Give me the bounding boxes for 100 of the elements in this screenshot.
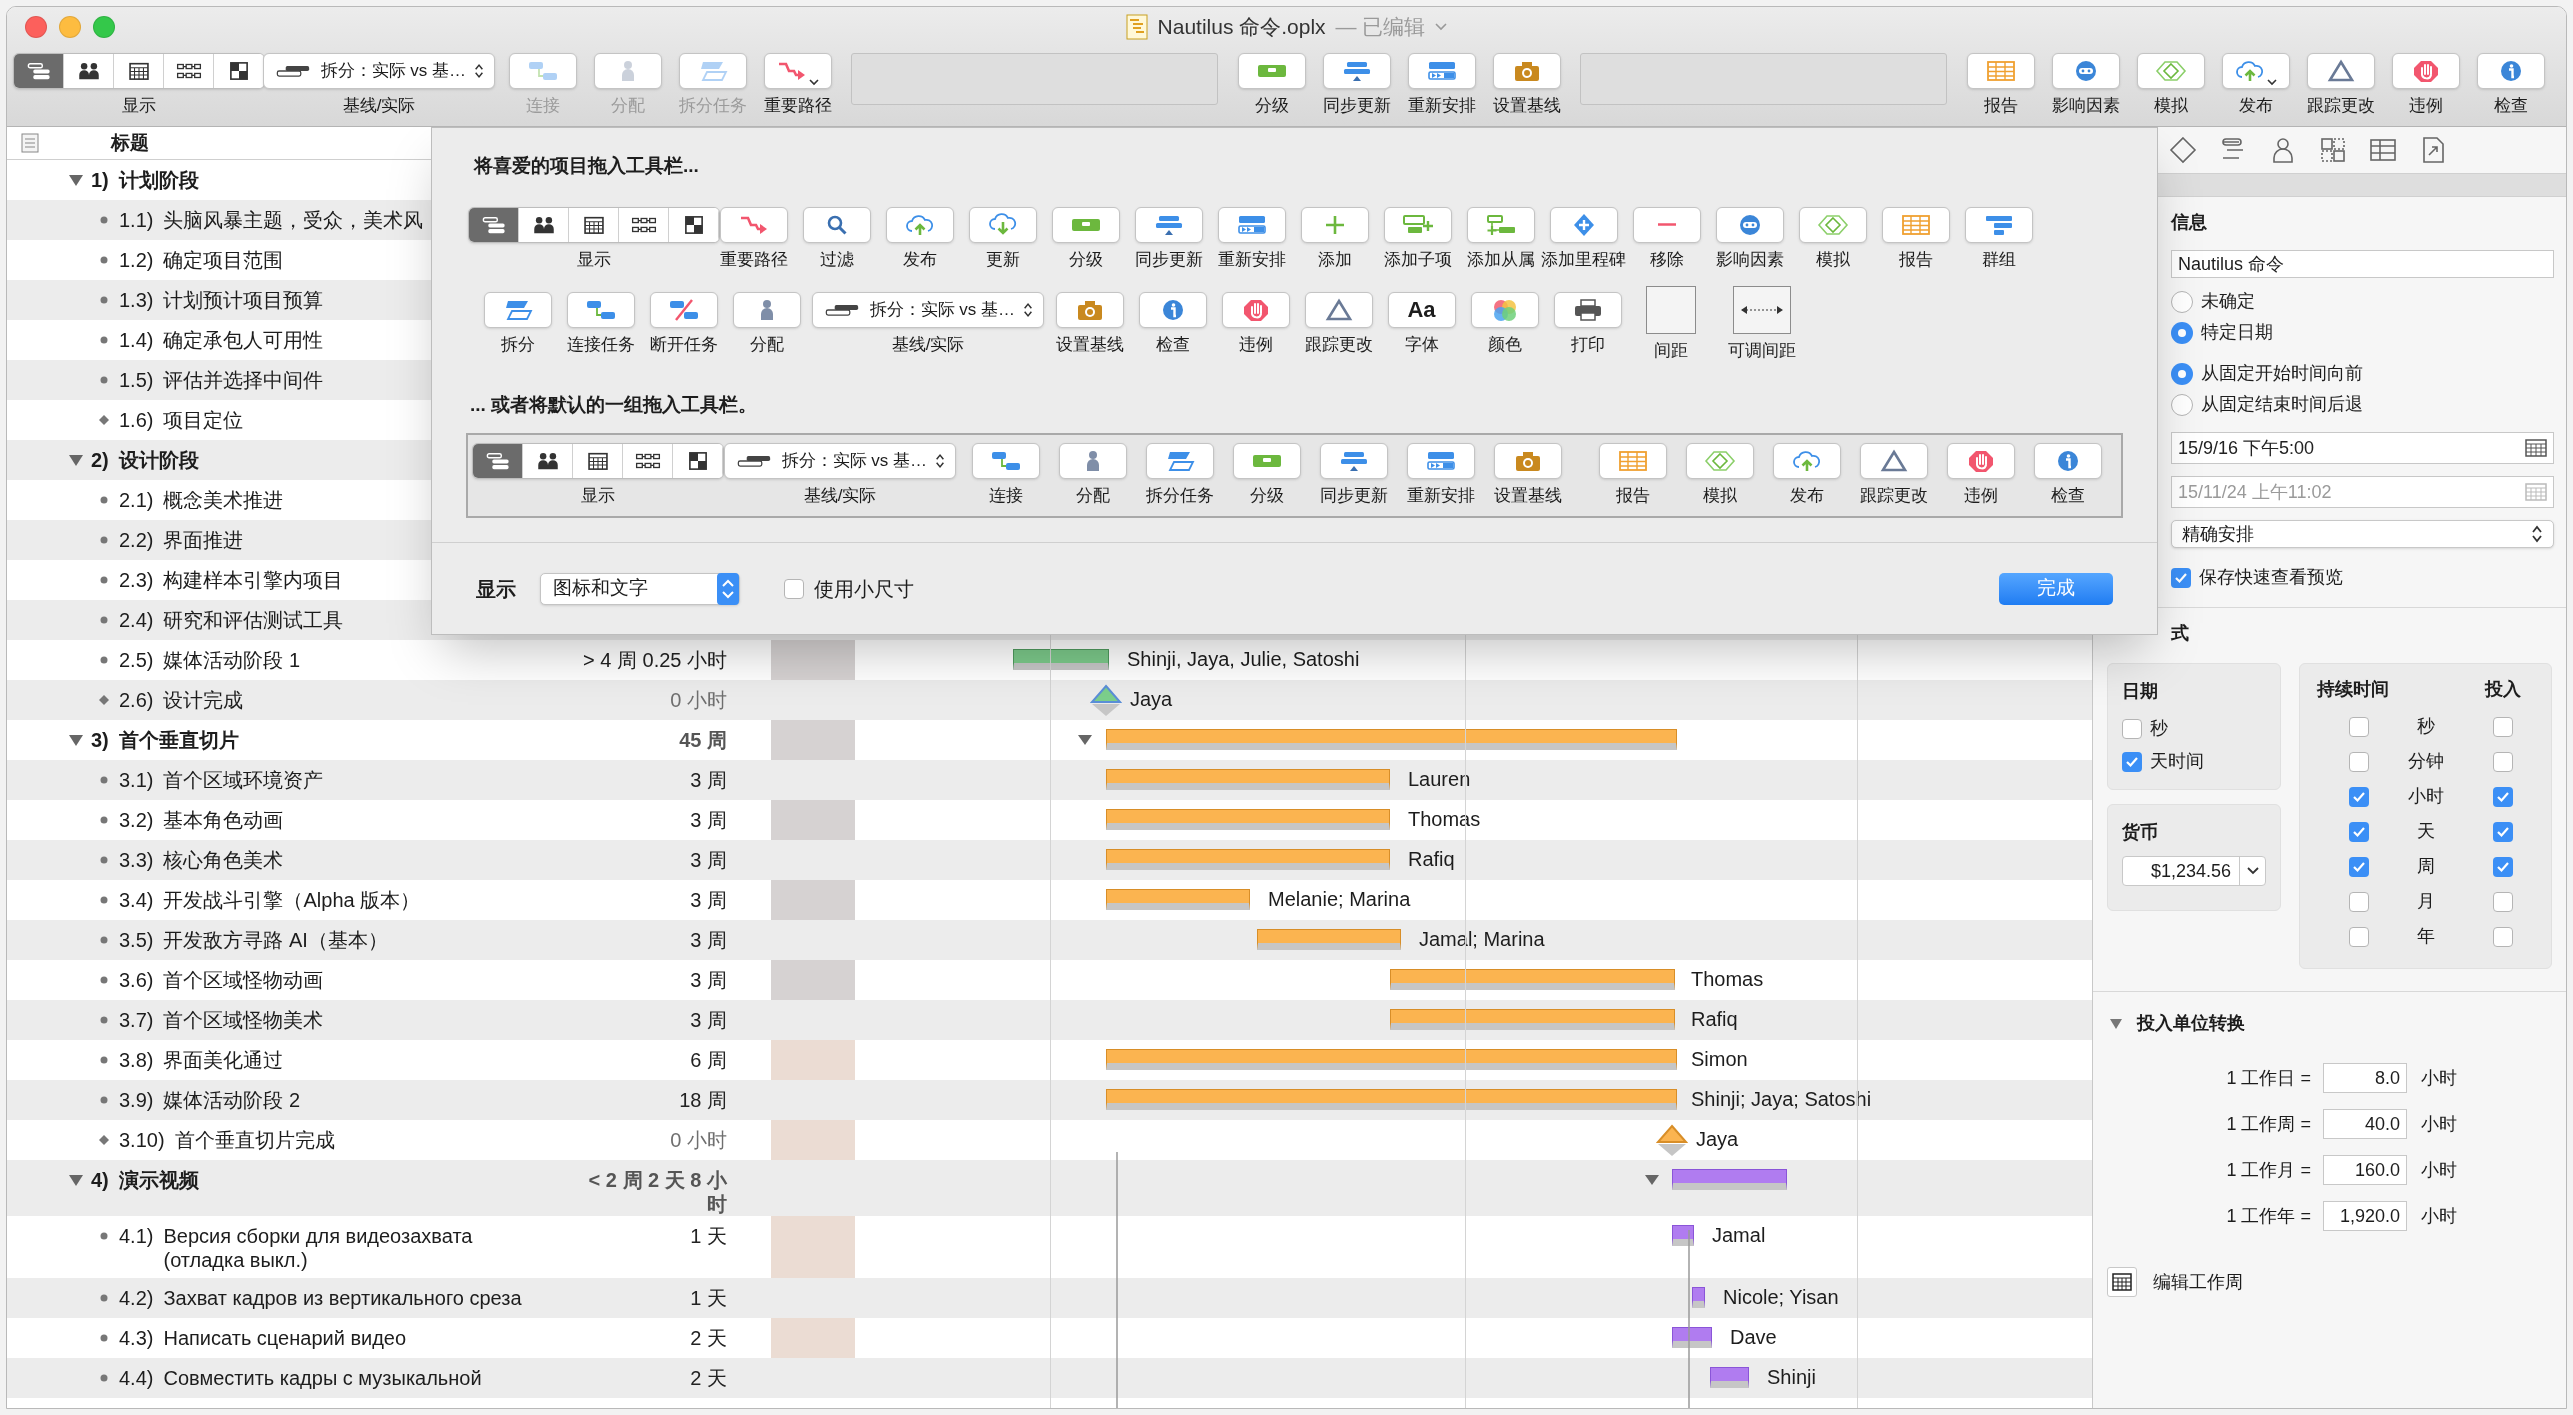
toolbar-button[interactable] bbox=[1553, 291, 1622, 328]
view-segment[interactable] bbox=[64, 54, 114, 88]
disclosure-triangle-icon[interactable] bbox=[68, 453, 84, 467]
toolbar-button[interactable] bbox=[763, 53, 832, 89]
toolbar-button[interactable] bbox=[1406, 443, 1475, 479]
toolbar-button[interactable] bbox=[2051, 53, 2120, 89]
minimize-button[interactable] bbox=[59, 16, 81, 38]
view-segment[interactable] bbox=[619, 207, 669, 242]
hatched-squares-icon[interactable] bbox=[2319, 136, 2347, 164]
view-segment[interactable] bbox=[569, 207, 619, 242]
checkbox[interactable] bbox=[2122, 718, 2142, 739]
view-segmented-control[interactable] bbox=[13, 53, 265, 89]
toolbar-button[interactable] bbox=[1319, 443, 1388, 479]
checkbox[interactable] bbox=[2348, 891, 2369, 912]
font-button[interactable]: Aa bbox=[1387, 291, 1456, 328]
toolbar-button[interactable] bbox=[649, 291, 718, 328]
toolbar-button[interactable] bbox=[2391, 53, 2460, 89]
checkbox[interactable] bbox=[2348, 716, 2369, 737]
list-icon[interactable] bbox=[21, 133, 39, 153]
radio-button[interactable] bbox=[2171, 290, 2193, 313]
checkbox[interactable] bbox=[2492, 856, 2513, 877]
disclosure-triangle-icon[interactable] bbox=[1644, 1174, 1660, 1186]
view-segment[interactable] bbox=[519, 207, 569, 242]
toolbar-button[interactable] bbox=[2476, 53, 2545, 89]
baseline-select[interactable]: 拆分：实际 vs 基… bbox=[724, 443, 956, 479]
toolbar-button[interactable] bbox=[1859, 443, 1928, 479]
baseline-select[interactable]: 拆分：实际 vs 基… bbox=[812, 291, 1044, 328]
disclosure-triangle-icon[interactable] bbox=[68, 733, 84, 747]
toolbar-button[interactable] bbox=[1322, 53, 1391, 89]
disclosure-triangle-icon[interactable] bbox=[2109, 1017, 2123, 1030]
toolbar-button[interactable] bbox=[2306, 53, 2375, 89]
checkbox[interactable] bbox=[2492, 751, 2513, 772]
toolbar-button[interactable] bbox=[1715, 206, 1784, 243]
checkbox[interactable] bbox=[2348, 856, 2369, 877]
calendar-icon[interactable] bbox=[2525, 439, 2547, 457]
view-segment[interactable] bbox=[114, 54, 164, 88]
radio-button[interactable] bbox=[2171, 321, 2193, 344]
toolbar-button[interactable] bbox=[2033, 443, 2102, 479]
radio-button[interactable] bbox=[2171, 393, 2193, 416]
duration-cell-text: < 2 周 2 天 8 小时 bbox=[587, 1168, 727, 1216]
toolbar-button[interactable] bbox=[1549, 206, 1618, 243]
view-segmented-control[interactable] bbox=[472, 443, 724, 479]
diamond-outline-icon[interactable] bbox=[2169, 136, 2197, 164]
toolbar-button[interactable] bbox=[1964, 206, 2033, 243]
view-segment[interactable] bbox=[673, 444, 723, 478]
checkbox[interactable] bbox=[2492, 821, 2513, 842]
radio-button[interactable] bbox=[2171, 362, 2193, 385]
toolbar-button[interactable] bbox=[1221, 291, 1290, 328]
view-segment[interactable] bbox=[623, 444, 673, 478]
checkbox[interactable] bbox=[2492, 786, 2513, 807]
view-segment[interactable] bbox=[164, 54, 214, 88]
checkbox[interactable] bbox=[2348, 821, 2369, 842]
view-segment[interactable] bbox=[669, 207, 719, 242]
checkbox[interactable] bbox=[2492, 926, 2513, 947]
zoom-button[interactable] bbox=[93, 16, 115, 38]
currency-select[interactable]: $1,234.56 bbox=[2122, 856, 2266, 886]
edit-status: — 已编辑 bbox=[1335, 14, 1426, 41]
hours-field[interactable]: 8.0 bbox=[2323, 1063, 2407, 1093]
view-segmented-control[interactable] bbox=[468, 206, 720, 243]
chevron-down-icon[interactable] bbox=[1435, 23, 1448, 31]
hours-field[interactable]: 1,920.0 bbox=[2323, 1201, 2407, 1231]
calendar-button[interactable] bbox=[2107, 1267, 2137, 1297]
checkbox[interactable] bbox=[2348, 786, 2369, 807]
toolbar-button[interactable] bbox=[1058, 443, 1127, 479]
schedule-select[interactable]: 精确安排 bbox=[2171, 520, 2554, 548]
checkbox[interactable] bbox=[2171, 567, 2191, 588]
disclosure-triangle-icon[interactable] bbox=[68, 173, 84, 187]
baseline-select[interactable]: 拆分：实际 vs 基… bbox=[263, 53, 495, 89]
toolbar-button[interactable] bbox=[1217, 206, 1286, 243]
toolbar-button[interactable] bbox=[566, 291, 635, 328]
hours-field[interactable]: 160.0 bbox=[2323, 1155, 2407, 1185]
view-segment[interactable] bbox=[214, 54, 264, 88]
display-select[interactable]: 图标和文字 bbox=[540, 572, 740, 605]
disclosure-triangle-icon[interactable] bbox=[1077, 734, 1093, 746]
toolbar-button[interactable] bbox=[483, 291, 552, 328]
toolbar-button[interactable] bbox=[2221, 53, 2290, 89]
task-bar bbox=[1672, 1225, 1694, 1246]
toolbar-button[interactable] bbox=[1946, 443, 2015, 479]
toolbar-button[interactable] bbox=[732, 291, 801, 328]
checkbox[interactable] bbox=[2348, 751, 2369, 772]
view-segment[interactable] bbox=[523, 444, 573, 478]
checkbox[interactable] bbox=[2348, 926, 2369, 947]
date-field[interactable]: 15/9/16 下午5:00 bbox=[2171, 432, 2554, 464]
toolbar-button[interactable] bbox=[1134, 206, 1203, 243]
checkbox[interactable] bbox=[784, 578, 804, 599]
toolbar-button[interactable] bbox=[1304, 291, 1373, 328]
checkbox[interactable] bbox=[2122, 751, 2142, 772]
toolbar-button[interactable] bbox=[802, 206, 871, 243]
toolbar-button[interactable] bbox=[1407, 53, 1476, 89]
toolbar-button[interactable] bbox=[1145, 443, 1214, 479]
disclosure-triangle-icon[interactable] bbox=[68, 1173, 84, 1187]
checkbox[interactable] bbox=[2492, 891, 2513, 912]
toolbar-button[interactable] bbox=[1138, 291, 1207, 328]
toolbar-button[interactable] bbox=[971, 443, 1040, 479]
name-field[interactable]: Nautilus 命令 bbox=[2171, 250, 2554, 278]
close-button[interactable] bbox=[25, 16, 47, 38]
view-segment[interactable] bbox=[573, 444, 623, 478]
hours-field[interactable]: 40.0 bbox=[2323, 1109, 2407, 1139]
table-outline-icon[interactable] bbox=[2369, 136, 2397, 164]
checkbox[interactable] bbox=[2492, 716, 2513, 737]
